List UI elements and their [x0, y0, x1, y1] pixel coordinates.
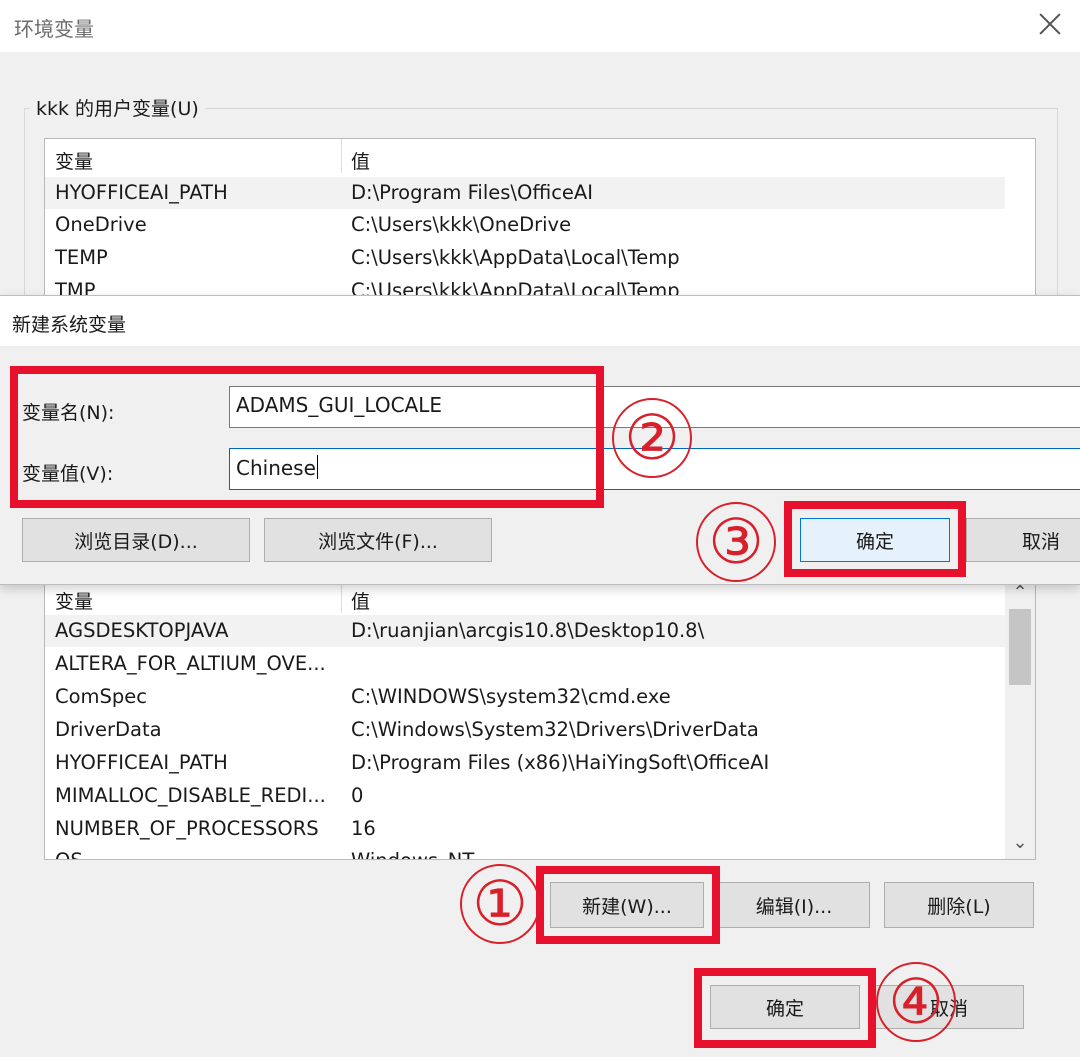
browse-file-button[interactable]: 浏览文件(F)...	[264, 518, 492, 562]
row-value: C:\Users\kkk\AppData\Local\Temp	[351, 246, 680, 269]
row-name: MIMALLOC_DISABLE_REDI...	[55, 784, 326, 807]
annotation-box-dialog-ok	[784, 501, 966, 577]
annotation-box-fields	[10, 366, 604, 508]
table-row[interactable]: ComSpec C:\WINDOWS\system32\cmd.exe	[45, 681, 1005, 713]
row-value: D:\Program Files\OfficeAI	[351, 181, 593, 204]
annotation-step-2: ②	[612, 398, 692, 478]
row-name: ComSpec	[55, 685, 148, 708]
row-value: D:\ruanjian\arcgis10.8\Desktop10.8\	[351, 619, 705, 642]
row-value: Windows_NT	[351, 849, 474, 859]
table-row[interactable]: OneDrive C:\Users\kkk\OneDrive	[45, 209, 1005, 241]
system-list-scrollbar[interactable]: ⌃ ⌄	[1005, 579, 1035, 859]
system-variables-list[interactable]: 变量 值 AGSDESKTOPJAVA D:\ruanjian\arcgis10…	[44, 578, 1036, 860]
row-name: NUMBER_OF_PROCESSORS	[55, 817, 319, 840]
row-name: OneDrive	[55, 213, 147, 236]
row-value: D:\Program Files (x86)\HaiYingSoft\Offic…	[351, 751, 770, 774]
table-row[interactable]: MIMALLOC_DISABLE_REDI... 0	[45, 780, 1005, 812]
dialog-title: 新建系统变量	[12, 314, 127, 336]
browse-directory-button[interactable]: 浏览目录(D)...	[22, 518, 250, 562]
row-value: C:\WINDOWS\system32\cmd.exe	[351, 685, 671, 708]
annotation-step-1: ①	[460, 864, 540, 944]
annotation-step-3: ③	[696, 502, 776, 582]
table-row[interactable]: HYOFFICEAI_PATH D:\Program Files (x86)\H…	[45, 747, 1005, 779]
annotation-step-4: ④	[876, 962, 956, 1042]
close-icon[interactable]	[1036, 10, 1064, 38]
annotation-box-new-button	[536, 866, 720, 944]
row-value: 16	[351, 817, 376, 840]
column-header-variable[interactable]: 变量	[55, 147, 93, 174]
table-row[interactable]: DriverData C:\Windows\System32\Drivers\D…	[45, 714, 1005, 746]
column-header-variable[interactable]: 变量	[55, 587, 93, 614]
dialog-cancel-button[interactable]: 取消	[966, 518, 1080, 562]
table-row[interactable]: AGSDESKTOPJAVA D:\ruanjian\arcgis10.8\De…	[45, 615, 1005, 647]
row-name: AGSDESKTOPJAVA	[55, 619, 229, 642]
outer-window-title: 环境变量	[14, 17, 94, 41]
column-divider[interactable]	[341, 139, 342, 173]
user-variables-list[interactable]: 变量 值 HYOFFICEAI_PATH D:\Program Files\Of…	[44, 138, 1036, 308]
row-name: ALTERA_FOR_ALTIUM_OVE...	[55, 652, 326, 675]
column-header-value[interactable]: 值	[351, 587, 370, 614]
row-name: HYOFFICEAI_PATH	[55, 751, 228, 774]
user-list-header[interactable]: 变量 值	[45, 139, 1005, 173]
row-name: DriverData	[55, 718, 162, 741]
outer-titlebar: 环境变量	[0, 0, 1080, 52]
table-row[interactable]: ALTERA_FOR_ALTIUM_OVE...	[45, 648, 1005, 680]
row-name: HYOFFICEAI_PATH	[55, 181, 228, 204]
row-value: C:\Users\kkk\OneDrive	[351, 213, 572, 236]
delete-variable-button[interactable]: 删除(L)	[884, 882, 1034, 928]
scrollbar-thumb[interactable]	[1009, 609, 1031, 685]
dialog-titlebar: 新建系统变量	[0, 296, 1080, 346]
column-header-value[interactable]: 值	[351, 147, 370, 174]
edit-variable-button[interactable]: 编辑(I)...	[718, 882, 870, 928]
table-row[interactable]: TEMP C:\Users\kkk\AppData\Local\Temp	[45, 242, 1005, 274]
row-name: OS	[55, 849, 83, 859]
table-row[interactable]: OS Windows_NT	[45, 845, 1005, 859]
table-row[interactable]: HYOFFICEAI_PATH D:\Program Files\OfficeA…	[45, 177, 1005, 209]
chevron-down-icon[interactable]: ⌄	[1005, 829, 1035, 857]
user-variables-group-label: kkk 的用户变量(U)	[30, 94, 205, 121]
annotation-box-outer-ok	[694, 968, 876, 1048]
row-value: C:\Windows\System32\Drivers\DriverData	[351, 718, 759, 741]
row-name: TEMP	[55, 246, 108, 269]
table-row[interactable]: NUMBER_OF_PROCESSORS 16	[45, 813, 1005, 845]
row-value: 0	[351, 784, 364, 807]
